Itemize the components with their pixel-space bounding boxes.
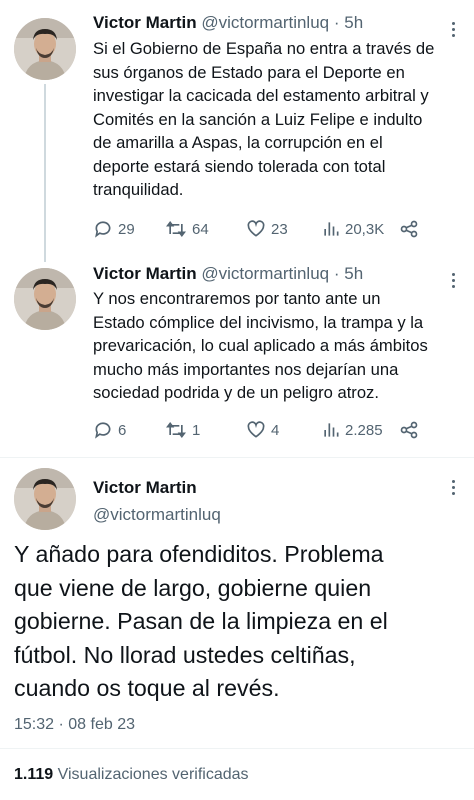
tweet-text: Y añado para ofendiditos. Problema que v… [14,541,388,701]
reply-icon [95,221,111,238]
separator-dot: · [333,13,340,32]
tweet-time[interactable]: 5h [344,264,363,283]
author-handle[interactable]: @victormartinluq [201,264,329,283]
like-count: 23 [271,220,288,238]
share-button[interactable] [399,219,419,239]
avatar-photo [14,468,76,530]
avatar[interactable] [14,18,76,80]
avatar-photo [14,268,76,330]
reply-icon [95,422,111,439]
views-label: Visualizaciones verificadas [57,766,249,783]
views-count: 1.119 [14,766,54,783]
views-count: 20,3K [345,220,385,238]
retweet-button[interactable]: 1 [165,420,200,440]
author-name[interactable]: Victor Martin [93,478,197,498]
reply-count: 6 [118,421,127,439]
separator-dot: · [333,264,340,283]
tweet-text: Si el Gobierno de España no entra a trav… [93,39,435,199]
reply-count: 29 [118,220,135,238]
retweet-icon [166,421,186,439]
views-icon [324,423,339,437]
reply-button[interactable]: 6 [93,420,126,440]
avatar-photo [14,18,76,80]
share-button[interactable] [399,420,419,440]
views-button[interactable]: 20,3K [322,219,384,239]
like-count: 4 [271,421,280,439]
tweet-header: Victor Martin @victormartinluq · 5h [93,264,363,284]
main-tweet: Victor Martin @victormartinluq Y añado p… [0,458,474,800]
heart-icon [247,421,265,438]
tweet-actions: 29 64 23 20,3K [93,218,433,240]
tweet-actions: 6 1 4 2.285 [93,419,433,441]
share-icon [400,220,418,238]
heart-icon [247,220,265,237]
like-button[interactable]: 23 [246,219,288,239]
divider [0,748,474,749]
author-name[interactable]: Victor Martin [93,264,197,283]
reply-button[interactable]: 29 [93,219,135,239]
more-icon[interactable] [452,480,456,498]
retweet-count: 1 [192,421,201,439]
avatar[interactable] [14,468,76,530]
views-icon [324,222,339,236]
share-icon [400,421,418,439]
tweet-2[interactable]: Victor Martin @victormartinluq · 5h Y no… [0,262,474,458]
tweet-text: Y nos encontraremos por tanto ante un Es… [93,289,428,402]
retweet-button[interactable]: 64 [165,219,209,239]
views-summary[interactable]: 1.119 Visualizaciones verificadas [14,766,249,784]
thread-line [44,84,46,262]
like-button[interactable]: 4 [246,420,279,440]
views-count: 2.285 [345,421,383,439]
retweet-count: 64 [192,220,209,238]
author-name[interactable]: Victor Martin [93,13,197,32]
views-button[interactable]: 2.285 [322,420,383,440]
tweet-1[interactable]: Victor Martin @victormartinluq · 5h Si e… [0,0,474,262]
retweet-icon [166,220,186,238]
author-handle[interactable]: @victormartinluq [93,505,221,525]
tweet-time[interactable]: 5h [344,13,363,32]
tweet-header: Victor Martin @victormartinluq · 5h [93,13,363,33]
author-handle[interactable]: @victormartinluq [201,13,329,32]
avatar[interactable] [14,268,76,330]
tweet-timestamp[interactable]: 15:32 · 08 feb 23 [14,716,135,734]
